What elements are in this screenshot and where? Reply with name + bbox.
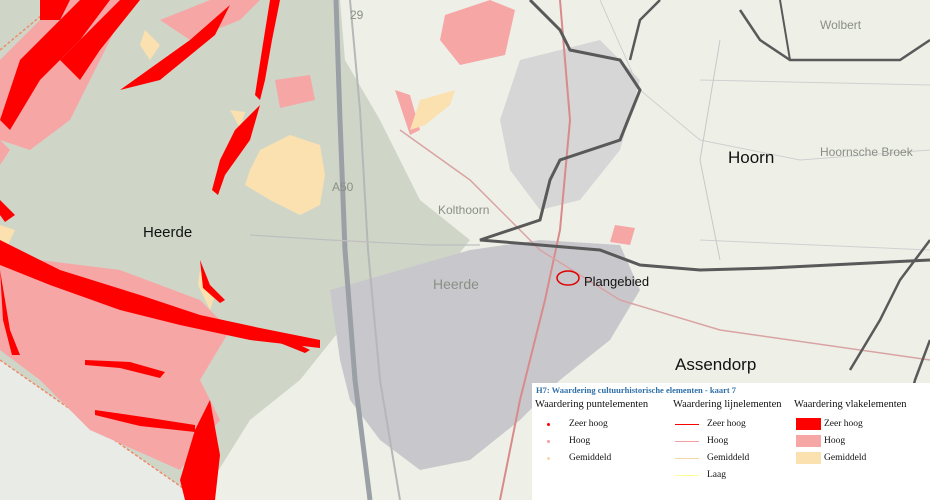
legend-point-elements: Waardering puntelementen Zeer hoog Hoog … <box>535 399 665 468</box>
place-label-hoorn: Hoorn <box>728 148 775 167</box>
legend-line-elements: Waardering lijnelementen Zeer hoog Hoog … <box>673 399 798 485</box>
legend-item: Hoog <box>535 434 665 451</box>
point-symbol-gemiddeld <box>547 457 550 460</box>
road-label-29: 29 <box>350 8 364 22</box>
area-symbol-hoog <box>796 435 821 447</box>
region-label-heerde: Heerde <box>143 224 193 241</box>
legend-item-label: Zeer hoog <box>824 419 863 429</box>
legend-item: Zeer hoog <box>673 417 798 434</box>
point-symbol-hoog <box>547 440 550 443</box>
legend-item: Zeer hoog <box>794 417 929 434</box>
area-label-hoornsche-broek: Hoornsche Broek <box>820 145 913 159</box>
legend-item: Zeer hoog <box>535 417 665 434</box>
legend-item: Gemiddeld <box>535 451 665 468</box>
road-label-a50: A50 <box>332 180 354 194</box>
legend-item-label: Gemiddeld <box>824 453 867 463</box>
legend-item-label: Hoog <box>569 436 591 446</box>
map-legend: H7: Waardering cultuurhistorische elemen… <box>532 383 930 500</box>
area-label-kolthoorn: Kolthoorn <box>438 203 490 217</box>
legend-area-heading: Waardering vlakelementen <box>794 399 907 410</box>
legend-item-label: Gemiddeld <box>707 453 750 463</box>
area-symbol-gemiddeld <box>796 452 821 464</box>
legend-area-elements: Waardering vlakelementen Zeer hoog Hoog … <box>794 399 929 468</box>
line-symbol-gemiddeld <box>675 458 699 459</box>
legend-line-heading: Waardering lijnelementen <box>673 399 782 410</box>
legend-item-label: Gemiddeld <box>569 453 612 463</box>
legend-item-label: Laag <box>707 470 726 480</box>
legend-item: Hoog <box>673 434 798 451</box>
line-symbol-hoog <box>675 441 699 442</box>
line-symbol-laag <box>675 475 699 476</box>
point-symbol-zeer-hoog <box>547 423 550 426</box>
area-symbol-zeer-hoog <box>796 418 821 430</box>
village-label-wolbert: Wolbert <box>820 18 862 32</box>
map-canvas[interactable]: 29 A50 Heerde Hoornsche Broek Wolbert Ko… <box>0 0 930 500</box>
line-symbol-zeer-hoog <box>675 424 699 425</box>
legend-item: Hoog <box>794 434 929 451</box>
legend-item: Gemiddeld <box>794 451 929 468</box>
legend-point-heading: Waardering puntelementen <box>535 399 649 410</box>
legend-item-label: Hoog <box>707 436 729 446</box>
place-label-assendorp: Assendorp <box>675 355 757 374</box>
town-label-heerde: Heerde <box>433 276 479 292</box>
legend-item-label: Zeer hoog <box>569 419 608 429</box>
legend-item: Laag <box>673 468 798 485</box>
legend-title: H7: Waardering cultuurhistorische elemen… <box>536 385 737 395</box>
legend-item: Gemiddeld <box>673 451 798 468</box>
place-label-plangebied: Plangebied <box>584 274 650 289</box>
legend-item-label: Hoog <box>824 436 846 446</box>
legend-item-label: Zeer hoog <box>707 419 746 429</box>
